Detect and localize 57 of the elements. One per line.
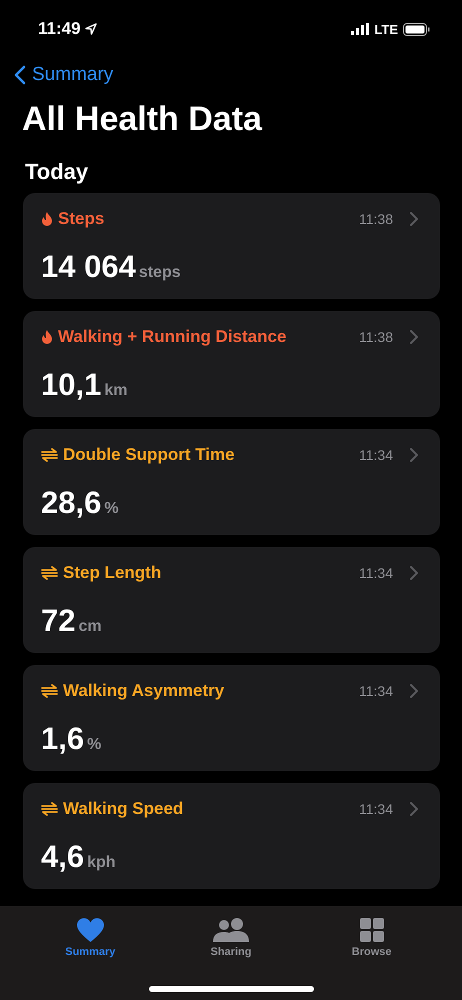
metric-time: 11:34 bbox=[359, 683, 393, 699]
chevron-right-icon bbox=[410, 330, 418, 344]
metric-time: 11:38 bbox=[359, 329, 393, 345]
location-icon bbox=[84, 23, 97, 35]
arrows-icon bbox=[41, 802, 58, 816]
metric-time: 11:38 bbox=[359, 211, 393, 227]
signal-icon bbox=[351, 23, 370, 35]
metric-unit: % bbox=[87, 736, 102, 754]
page-title: All Health Data bbox=[22, 100, 264, 139]
metric-unit: steps bbox=[138, 264, 181, 282]
metric-name: Walking Asymmetry bbox=[63, 681, 226, 701]
metric-card[interactable]: Double Support Time 11:34 28,6% bbox=[23, 429, 440, 535]
back-button[interactable]: Summary bbox=[14, 64, 114, 86]
metric-unit: % bbox=[104, 500, 119, 518]
tab-item[interactable]: Browse bbox=[326, 918, 417, 958]
chevron-left-icon bbox=[14, 65, 26, 85]
metric-name: Walking Speed bbox=[63, 799, 184, 819]
section-header: Today bbox=[25, 159, 90, 185]
metric-card[interactable]: Steps 11:38 14 064 steps bbox=[23, 193, 440, 299]
metric-name: Walking + Running Distance bbox=[58, 327, 288, 347]
metric-card[interactable]: Walking + Running Distance 11:38 10,1 km bbox=[23, 311, 440, 417]
metric-name: Step Length bbox=[63, 563, 162, 583]
metric-card[interactable]: Walking Asymmetry 11:34 1,6% bbox=[23, 665, 440, 771]
metric-value: 4,6 bbox=[41, 839, 84, 875]
chevron-right-icon bbox=[410, 684, 418, 698]
arrows-icon bbox=[41, 566, 58, 580]
chevron-right-icon bbox=[410, 802, 418, 816]
metric-value: 10,1 bbox=[41, 367, 102, 403]
metric-time: 11:34 bbox=[359, 565, 393, 581]
metric-time: 11:34 bbox=[359, 801, 393, 817]
battery-icon bbox=[403, 22, 430, 36]
tab-item[interactable]: Summary bbox=[45, 918, 136, 958]
metric-card[interactable]: Walking Speed 11:34 4,6 kph bbox=[23, 783, 440, 889]
grid-icon bbox=[360, 918, 384, 942]
chevron-right-icon bbox=[410, 566, 418, 580]
arrows-icon bbox=[41, 448, 58, 462]
tab-item[interactable]: Sharing bbox=[186, 918, 276, 958]
metric-name: Steps bbox=[58, 209, 106, 229]
metric-time: 11:34 bbox=[359, 447, 393, 463]
arrows-icon bbox=[41, 684, 58, 698]
network-label: LTE bbox=[374, 22, 398, 36]
metric-value: 1,6 bbox=[41, 721, 84, 757]
chevron-right-icon bbox=[410, 212, 418, 226]
metric-value: 14 064 bbox=[41, 249, 136, 285]
metric-name: Double Support Time bbox=[63, 445, 236, 465]
clock-time: 11:49 bbox=[38, 19, 81, 39]
people-icon bbox=[212, 918, 249, 942]
metric-unit: kph bbox=[87, 854, 116, 872]
metric-unit: km bbox=[104, 382, 128, 400]
metric-value: 72 bbox=[41, 603, 76, 639]
heart-icon bbox=[76, 918, 104, 942]
flame-icon bbox=[41, 212, 53, 226]
metric-card[interactable]: Step Length 11:34 72 cm bbox=[23, 547, 440, 653]
metric-unit: cm bbox=[78, 618, 102, 636]
chevron-right-icon bbox=[410, 448, 418, 462]
metric-value: 28,6 bbox=[41, 485, 102, 521]
flame-icon bbox=[41, 330, 53, 344]
